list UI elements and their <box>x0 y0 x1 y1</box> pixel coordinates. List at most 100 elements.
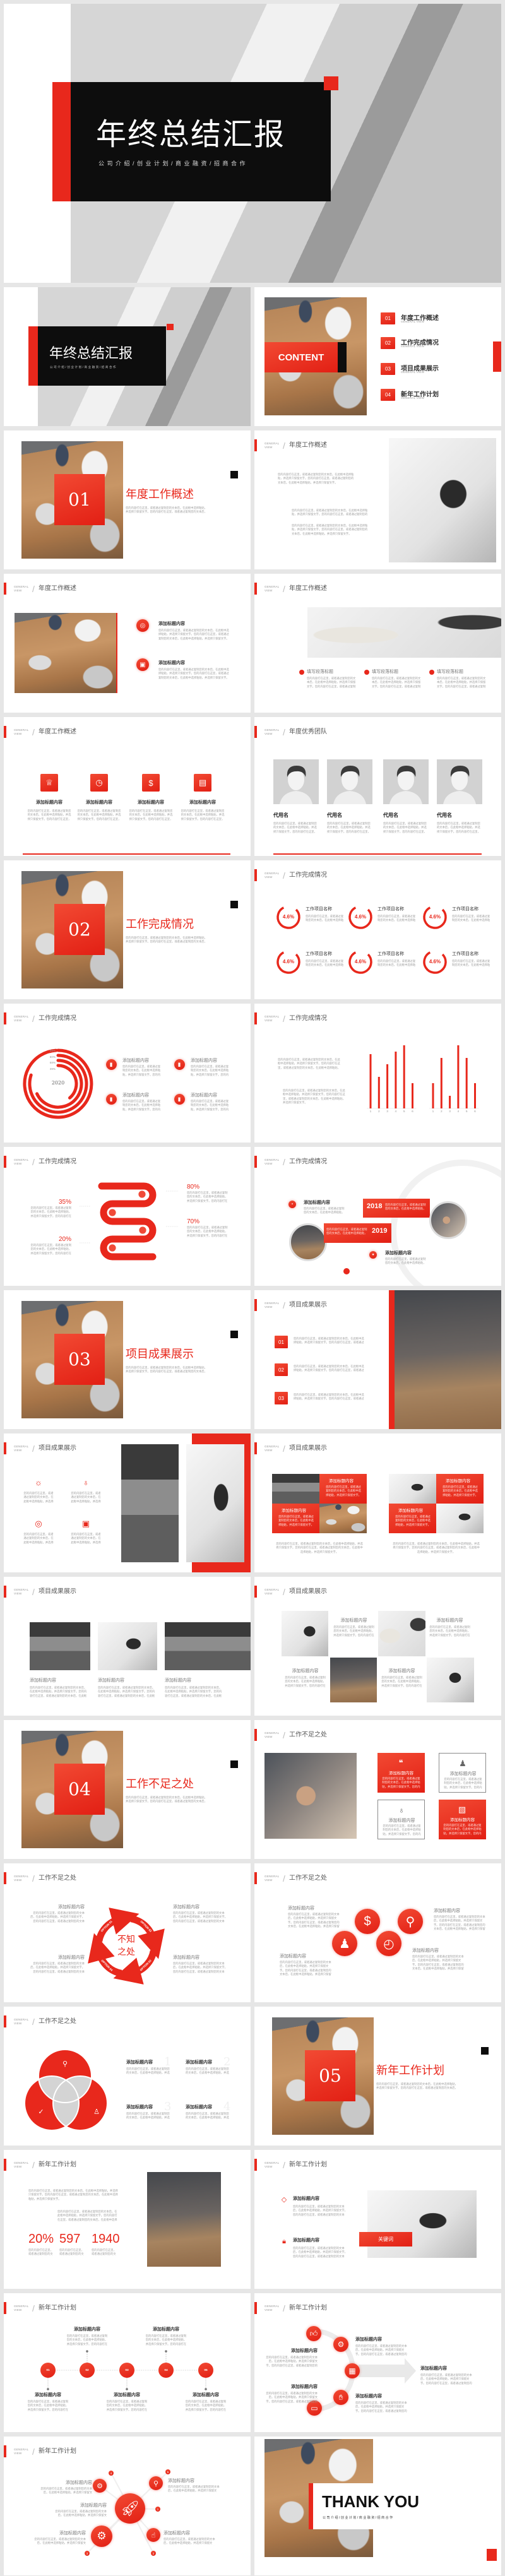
item-title: 添加标题内容 <box>293 2197 319 2201</box>
slide-contents[interactable]: CONTENT 01 年度工作概述 GENERAL VIEW 02 工作完成情况 GENER… <box>254 287 501 426</box>
body-text: 您的内容打在这里，或者通过复制您的文本后，在此框中选择粘贴，并选择只保留文字。您… <box>191 1065 229 1076</box>
header-tag-line: VIEW <box>264 732 273 735</box>
header-tag-line: VIEW <box>264 2308 273 2312</box>
touch-icon: ☝︎ <box>146 2528 160 2542</box>
body-text: 您的内容打在这里，或者通过复制您的文本后，在此框中选择粘贴，并选择只保留文字。您… <box>383 1824 421 1836</box>
slide-completion-bars[interactable]: GENERAL VIEW / 工作完成情况 您的内容打在这里，或者通过复制您的文本后，在… <box>254 1004 501 1143</box>
header-tag-line: VIEW <box>14 2452 22 2455</box>
slide-overview-bullets[interactable]: GENERAL VIEW / 年度工作概述 填写段落标题 您的内容打在这里，或者通过复制您… <box>254 574 501 713</box>
keyword-button[interactable]: 关键词 <box>359 2232 412 2247</box>
body-text: 您的内容打在这里，或者通过复制您的文本后，在此框中选择粘贴，并选择只保留文字。您… <box>129 809 173 821</box>
body-text: 您的内容打在这里，或者通过复制您的文本后，在此框中选择粘贴，并选择只保留文字。您… <box>165 1686 222 1697</box>
ring-item-title: 工作项目名称 <box>452 952 478 956</box>
overview-photo <box>15 613 116 693</box>
users-icon: ♟ <box>459 1759 466 1768</box>
header-accent-bar <box>254 1872 257 1884</box>
slide-shortfalls-circles[interactable]: GENERAL VIEW / 工作不足之处 $ ⚲ ♟ ◴ 添加标题内容 您的内容打在这里，或者通… <box>254 1863 501 2002</box>
slide-section-02[interactable]: 02 工作完成情况 您的内容打在这里，或者通过复制您的文本后，在此框中选择粘贴，并选… <box>4 860 251 999</box>
percent-value: 70% <box>187 1218 200 1225</box>
slide-shortfalls-cycle[interactable]: GENERAL VIEW / 工作不足之处 OPTION 01 OPTION 02 OPTI… <box>4 1863 251 2002</box>
slide-section-05[interactable]: 05 新年工作计划 您的内容打在这里，或者通过复制您的文本后，在此框中选择粘贴，并选… <box>254 2007 501 2146</box>
header-slash: / <box>32 1873 35 1884</box>
slide-completion-concentric[interactable]: GENERAL VIEW / 工作完成情况 99% 80% 68% 39% 2020 ▮ 添加标题内… <box>4 1004 251 1143</box>
slide-title: 年度优秀团队 <box>289 728 327 735</box>
header-tag-line: GENERAL <box>14 1588 29 1591</box>
slide-section-01[interactable]: 01 年度工作概述 您的内容打在这里，或者通过复制您的文本后，在此框中选择粘贴，并选… <box>4 430 251 569</box>
item-title: 添加标题内容 <box>292 1669 319 1673</box>
slide-cover-small[interactable]: 年终总结汇报 公司介绍/创业计划/商业融资/招商合作 <box>4 287 251 426</box>
slide-results-quads[interactable]: GENERAL VIEW / 项目成果展示 添加标题内容 您的内容打在这里，或者通过复制您… <box>254 1433 501 1572</box>
gear-icon: ⚙ <box>93 2479 107 2493</box>
slide-completion-s-curve[interactable]: GENERAL VIEW / 工作完成情况 35% 您的内容打在这里，或者通过复制您的文本… <box>4 1147 251 1286</box>
contents-item-4[interactable]: 04 新年工作计划 GENERAL VIEW <box>381 389 456 401</box>
venn-circle <box>53 2076 107 2130</box>
header-tag-line: VIEW <box>264 875 273 879</box>
slide-title: 年度工作概述 <box>39 728 76 735</box>
quad-text-cell: 添加标题内容 您的内容打在这里，或者通过复制您的文本后，在此框中选择粘贴，并选择只… <box>436 1474 484 1504</box>
quad-photo <box>272 1474 319 1504</box>
header-slash: / <box>32 1014 35 1024</box>
header-tag-line: VIEW <box>264 1019 273 1022</box>
slide-thank-you[interactable]: THANK YOU 公司介绍/创业计划/商业融资/招商合作 <box>254 2437 501 2575</box>
slide-plan-steps[interactable]: GENERAL VIEW / 新年工作计划 01 添加标题内容 您的内容打在这里，或者通过复… <box>4 2293 251 2432</box>
slide-title: 项目成果展示 <box>39 1588 76 1595</box>
header-slash: / <box>283 1873 285 1884</box>
item-title: 添加标题内容 <box>449 1772 477 1776</box>
slide-section-03[interactable]: 03 项目成果展示 您的内容打在这里，或者通过复制您的文本后，在此框中选择粘贴，并选… <box>4 1290 251 1429</box>
body-text: 您的内容打在这里，或者通过复制您的文本后，在此框中选择粘贴，并选择只保留文字。您… <box>185 2400 227 2411</box>
header-accent-bar <box>254 726 257 738</box>
decor-red-square <box>167 324 174 330</box>
body-text: 您的内容打在这里，或者通过复制您的文本后，在此框中选择粘贴，并选择只保留文字。您… <box>266 2356 318 2367</box>
venn-overlap <box>39 2076 79 2103</box>
contents-item-3[interactable]: 03 项目成果展示 GENERAL VIEW <box>381 363 456 376</box>
bar <box>386 1064 389 1108</box>
body-text: 您的内容打在这里，或者通过复制您的文本后，在此框中选择粘贴，并选择只保留文字。您… <box>381 1676 422 1687</box>
header-tag-line: GENERAL <box>14 1875 29 1878</box>
slide-plan-hub[interactable]: GENERAL VIEW / 新年工作计划 🚀︎ ⚙ ⚲ ⚙ ☝︎ 4 5 1 3 2 添加标题内容 您的内容… <box>4 2437 251 2575</box>
slide-results-icons-photos[interactable]: GENERAL VIEW / 项目成果展示 ☼ 您的内容打在这里，或者通过复制您的文本后，… <box>4 1433 251 1572</box>
slide-completion-rings[interactable]: GENERAL VIEW / 工作完成情况 4.6% 工作项目名称 您的内容打在这里，或者通… <box>254 860 501 999</box>
slide-title: 工作不足之处 <box>289 1875 327 1882</box>
slide-results-grid[interactable]: GENERAL VIEW / 项目成果展示 添加标题内容 您的内容打在这里，或者通过复制您… <box>254 1577 501 1716</box>
slide-results-three-photos[interactable]: GENERAL VIEW / 项目成果展示 添加标题内容 您的内容打在这里，或者通过复制您… <box>4 1577 251 1716</box>
bar-tick-label: 4 <box>395 1110 397 1113</box>
slide-overview-icons[interactable]: GENERAL VIEW / 年度工作概述 ♕ 添加标题内容 您的内容打在这里，或者通过复制… <box>4 717 251 856</box>
bar-tick-label: 2 <box>377 1110 380 1113</box>
ring-value: 4.6% <box>354 959 367 965</box>
header-tag-line: VIEW <box>264 1592 273 1595</box>
item-title: 添加标题内容 <box>30 1678 56 1683</box>
header-tag-line: VIEW <box>264 1305 273 1309</box>
bar-chart <box>254 1004 501 1143</box>
slide-overview-text[interactable]: GENERAL VIEW / 年度工作概述 您的内容打在这里，或者通过复制您的文本后，在… <box>254 430 501 569</box>
header-accent-bar <box>4 726 6 738</box>
contents-item-sub: GENERAL VIEW <box>401 396 425 400</box>
slide-shortfalls-boxes[interactable]: GENERAL VIEW / 工作不足之处 ❝ 添加标题内容 您的内容打在这里，或者通过复制… <box>254 1720 501 1859</box>
slide-plan-keyword[interactable]: GENERAL VIEW / 新年工作计划 ◇ 添加标题内容 您的内容打在这里，或者通过复制… <box>254 2150 501 2289</box>
ring-value: 4.6% <box>429 959 441 965</box>
body-text: 您的内容打在这里，或者通过复制您的文本后，在此框中选择粘贴，并选择只保留文字。您… <box>333 1625 374 1637</box>
slide-cover[interactable]: 年终总结汇报 公司介绍/创业计划/商业融资/招商合作 <box>4 4 501 283</box>
slide-section-04[interactable]: 04 工作不足之处 您的内容打在这里，或者通过复制您的文本后，在此框中选择粘贴，并选… <box>4 1720 251 1859</box>
ring-value: 4.6% <box>282 959 295 965</box>
book-icon: ▮ <box>105 1093 117 1105</box>
search-icon: ⚲ <box>62 2060 68 2068</box>
contents-item-2[interactable]: 02 工作完成情况 GENERAL VIEW <box>381 337 456 350</box>
slide-results-numbered[interactable]: GENERAL VIEW / 项目成果展示 01 您的内容打在这里，或者通过复制您的文本后… <box>254 1290 501 1429</box>
contents-item-1[interactable]: 01 年度工作概述 GENERAL VIEW <box>381 312 456 325</box>
slide-plan-stats[interactable]: GENERAL VIEW / 新年工作计划 您的内容打在这里，或者通过复制您的文本后，在… <box>4 2150 251 2289</box>
slide-overview-items[interactable]: GENERAL VIEW / 年度工作概述 ◎ 添加标题内容 您的内容打在这里，或者通过复制… <box>4 574 251 713</box>
body-text: 您的内容打在这里，或者通过复制您的文本后，在此框中选择粘贴，并选择只保留文字。您… <box>372 677 421 688</box>
slide-plan-arc[interactable]: GENERAL VIEW / 新年工作计划 👍︎ ⚙ ▦ ✋︎ ▭ 添加标题内容 您的内容打在这里，… <box>254 2293 501 2432</box>
body-text: 您的内容打在这里，或者通过复制您的文本后，在此框中选择粘贴，并选择只保留文字。您… <box>327 822 371 833</box>
body-text: 您的内容打在这里，或者通过复制您的文本后，在此框中选择粘贴，并选择只保留文字。您… <box>181 809 225 821</box>
percent-value: 20% <box>58 1236 71 1243</box>
slide-title: 新年工作计划 <box>39 2161 76 2168</box>
section-number-block: 04 <box>54 1764 105 1815</box>
item-title: 添加标题内容 <box>59 2531 86 2536</box>
body-text: 您的内容打在这里，或者通过复制您的文本后，在此框中选择粘贴，并选择只保留文字。您… <box>145 2334 187 2346</box>
slide-completion-timeline[interactable]: GENERAL VIEW / 工作完成情况 ▪ 添加标题内容 您的内容打在这里，或者通过复制… <box>254 1147 501 1286</box>
bar-tick-label: 6 <box>412 1110 413 1113</box>
slide-shortfalls-venn[interactable]: GENERAL VIEW / 工作不足之处 ⚲ ✓ ♙ 1 添加标题内容 您的内容打在这里，或者通… <box>4 2007 251 2146</box>
slide-team[interactable]: GENERAL VIEW / 年度优秀团队 代用名 您的内容打在这里，或者通过复制您的文本… <box>254 717 501 856</box>
hub-number: 5 <box>165 2469 170 2474</box>
